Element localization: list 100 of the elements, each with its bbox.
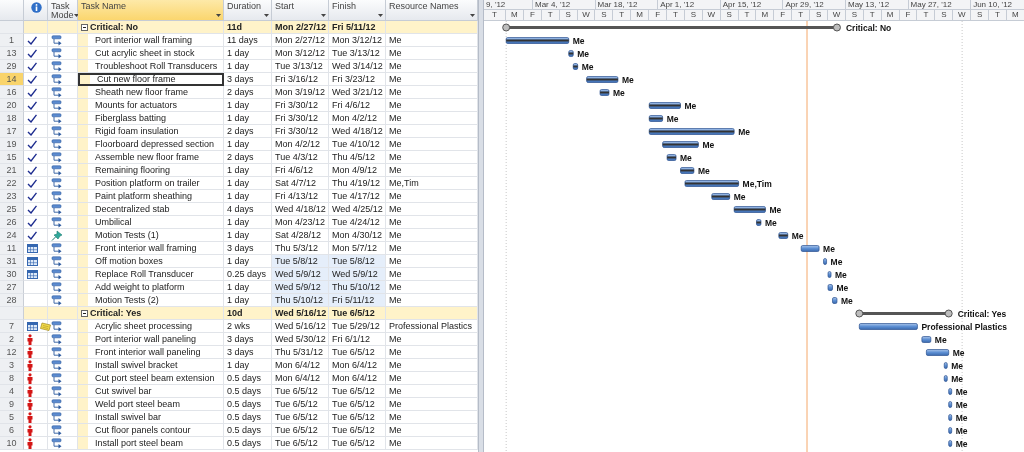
- task-name-cell[interactable]: Weld port steel beam: [78, 398, 224, 411]
- task-name-cell[interactable]: Assemble new floor frame: [78, 151, 224, 164]
- task-name-cell[interactable]: Motion Tests (1): [78, 229, 224, 242]
- duration-cell: 0.5 days: [224, 372, 272, 385]
- task-name-cell[interactable]: Install swivel bar: [78, 411, 224, 424]
- task-name-cell[interactable]: Rigid foam insulation: [78, 125, 224, 138]
- duration-cell: 1 day: [224, 164, 272, 177]
- timescale-day: S: [595, 10, 614, 21]
- task-name-cell[interactable]: Motion Tests (2): [78, 294, 224, 307]
- task-name-cell[interactable]: Cut floor panels contour: [78, 424, 224, 437]
- task-name-cell[interactable]: Port interior wall paneling: [78, 333, 224, 346]
- timescale-day: T: [792, 10, 811, 21]
- row-number: 29: [0, 60, 24, 73]
- finish-cell: Tue 5/8/12: [329, 255, 386, 268]
- summary-label: Critical: No: [845, 22, 892, 33]
- duration-cell: 0.5 days: [224, 424, 272, 437]
- task-bar: [948, 414, 953, 421]
- start-cell: Tue 5/8/12: [272, 255, 329, 268]
- task-name-cell[interactable]: Remaining flooring: [78, 164, 224, 177]
- task-name-cell[interactable]: Cut swivel bar: [78, 385, 224, 398]
- task-name-cell[interactable]: Replace Roll Transducer: [78, 268, 224, 281]
- row-number: 14: [0, 73, 24, 86]
- task-name-cell[interactable]: Add weight to platform: [78, 281, 224, 294]
- duration-cell: 2 days: [224, 125, 272, 138]
- task-name-cell[interactable]: Floorboard depressed section: [78, 138, 224, 151]
- finish-cell: Tue 6/5/12: [329, 411, 386, 424]
- resource-label: Me: [951, 360, 964, 371]
- row-number: 13: [0, 47, 24, 60]
- task-name-cell[interactable]: Cut new floor frame: [78, 73, 224, 86]
- start-cell: Tue 6/5/12: [272, 411, 329, 424]
- timescale-day: F: [774, 10, 793, 21]
- column-header[interactable]: [24, 0, 48, 21]
- task-name-cell[interactable]: Mounts for actuators: [78, 99, 224, 112]
- task-name-cell[interactable]: Cut port steel beam extension: [78, 372, 224, 385]
- task-name-cell[interactable]: Install port steel beam: [78, 437, 224, 450]
- task-name-cell[interactable]: Cut acrylic sheet in stock: [78, 47, 224, 60]
- task-name-cell[interactable]: Decentralized stab: [78, 203, 224, 216]
- row-number: 8: [0, 372, 24, 385]
- row-number: 24: [0, 229, 24, 242]
- task-name-cell[interactable]: Fiberglass batting: [78, 112, 224, 125]
- resource-label: Me: [823, 243, 835, 254]
- duration-cell: 0.5 days: [224, 411, 272, 424]
- start-cell: Thu 5/10/12: [272, 294, 329, 307]
- column-header[interactable]: Finish: [329, 0, 386, 21]
- task-name-cell[interactable]: Troubleshoot Roll Transducers: [78, 60, 224, 73]
- finish-cell: Mon 4/2/12: [329, 112, 386, 125]
- finish-cell: Wed 4/18/12: [329, 125, 386, 138]
- column-header[interactable]: Task Mode: [48, 0, 78, 21]
- row-number: 5: [0, 411, 24, 424]
- caret-icon: [264, 14, 269, 17]
- finish-cell: Tue 3/13/12: [329, 47, 386, 60]
- column-header[interactable]: Resource Names: [386, 0, 478, 21]
- resource-label: Me: [955, 438, 968, 449]
- group-duration: 10d: [224, 307, 272, 320]
- column-header[interactable]: Task Name: [78, 0, 224, 21]
- finish-cell: Thu 5/10/12: [329, 281, 386, 294]
- start-cell: Wed 5/30/12: [272, 333, 329, 346]
- finish-cell: Tue 6/5/12: [329, 424, 386, 437]
- task-name-cell[interactable]: Umbilical: [78, 216, 224, 229]
- resource-label: Me: [934, 334, 947, 345]
- column-header[interactable]: Start: [272, 0, 329, 21]
- resource-label: Me: [702, 139, 715, 150]
- row-number: 12: [0, 346, 24, 359]
- row-number: 4: [0, 385, 24, 398]
- task-bar: [572, 63, 579, 70]
- start-cell: Fri 3/30/12: [272, 112, 329, 125]
- task-name-cell[interactable]: Acrylic sheet processing: [78, 320, 224, 333]
- collapse-icon[interactable]: [81, 23, 88, 31]
- task-name-cell[interactable]: Install swivel bracket: [78, 359, 224, 372]
- finish-cell: Tue 4/10/12: [329, 138, 386, 151]
- task-name-cell[interactable]: Sheath new floor frame: [78, 86, 224, 99]
- finish-cell: Thu 4/19/12: [329, 177, 386, 190]
- resource-label: Me: [791, 230, 804, 241]
- row-number: 18: [0, 112, 24, 125]
- task-name-cell[interactable]: Paint platform sheathing: [78, 190, 224, 203]
- task-bar: [926, 349, 950, 356]
- duration-cell: 1 day: [224, 216, 272, 229]
- row-number: 9: [0, 398, 24, 411]
- resource-label: Me: [769, 204, 782, 215]
- task-name-cell[interactable]: Port interior wall framing: [78, 34, 224, 47]
- task-name-cell[interactable]: Off motion boxes: [78, 255, 224, 268]
- timescale-day: M: [631, 10, 650, 21]
- task-name-cell[interactable]: Front interior wall framing: [78, 242, 224, 255]
- start-cell: Fri 3/30/12: [272, 99, 329, 112]
- column-header[interactable]: Duration: [224, 0, 272, 21]
- task-name-cell[interactable]: Front interior wall paneling: [78, 346, 224, 359]
- finish-cell: Mon 3/12/12: [329, 34, 386, 47]
- row-number: 10: [0, 437, 24, 450]
- task-bar: [599, 89, 610, 96]
- task-name-cell[interactable]: Position platform on trailer: [78, 177, 224, 190]
- duration-cell: 1 day: [224, 190, 272, 203]
- finish-cell: Thu 4/5/12: [329, 151, 386, 164]
- resource-label: Me: [764, 217, 777, 228]
- duration-cell: 2 wks: [224, 320, 272, 333]
- collapse-icon[interactable]: [81, 309, 88, 317]
- row-number: 6: [0, 424, 24, 437]
- finish-cell: Tue 5/29/12: [329, 320, 386, 333]
- row-number: 22: [0, 177, 24, 190]
- task-bar: [921, 336, 932, 343]
- start-cell: Mon 3/19/12: [272, 86, 329, 99]
